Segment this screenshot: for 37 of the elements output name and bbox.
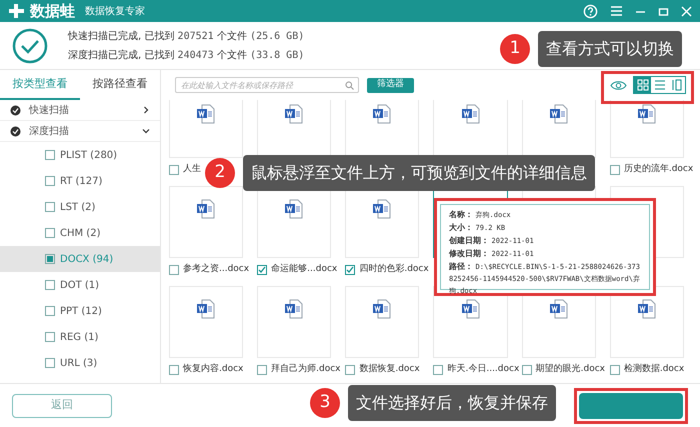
callout-tooltip: 文件选择好后，恢复并保存 — [348, 385, 556, 421]
file-name: 四时的色彩.docx — [359, 263, 429, 276]
file-type-item[interactable]: PPT (12) — [0, 298, 160, 324]
file-type-item[interactable]: REG (1) — [0, 324, 160, 350]
file-name: 期望的眼光.docx — [536, 363, 606, 376]
step-number-badge: 2 — [205, 158, 235, 188]
file-type-item[interactable]: CHM (2) — [0, 220, 160, 246]
app-logo: 数据蛙 — [30, 0, 75, 22]
callout-tooltip: 查看方式可以切换 — [538, 31, 682, 67]
file-name: 历史的流年.docx — [624, 163, 694, 176]
file-type-item[interactable]: URL (3) — [0, 350, 160, 376]
step-number-badge: 1 — [500, 34, 530, 64]
file-type-item[interactable]: RT (127) — [0, 168, 160, 194]
scan-group-row[interactable]: 快速扫描 — [0, 100, 160, 121]
file-type-item[interactable]: LST (2) — [0, 194, 160, 220]
file-name: 数据恢复.docx — [359, 363, 420, 376]
scan-summary-text: 深度扫描已完成, 已找到 240473 个文件 (33.8 GB) — [68, 48, 304, 62]
file-name: 检测数据.docx — [624, 363, 684, 376]
callout-tooltip: 鼠标悬浮至文件上方，可预览到文件的详细信息 — [243, 155, 595, 191]
view-tab[interactable]: 按路径查看 — [80, 70, 160, 100]
step-number-badge: 3 — [310, 388, 340, 418]
scan-group-label: 快速扫描 — [29, 104, 69, 118]
view-tab[interactable]: 按类型查看 — [0, 70, 80, 100]
file-type-item[interactable]: DOT (1) — [0, 272, 160, 298]
scan-group-row[interactable]: 深度扫描 — [0, 121, 160, 142]
file-name: 命运能够...docx — [271, 263, 338, 276]
file-type-item[interactable]: PLIST (280) — [0, 142, 160, 168]
file-name: 拜自己为师.docx — [271, 363, 341, 376]
search-field[interactable]: 在此处输入文件名称或保存路径 — [175, 77, 359, 93]
file-name: 昨天.今日....docx — [447, 363, 520, 376]
file-name: 恢复内容.docx — [183, 363, 244, 376]
file-name: 人生 — [183, 163, 201, 176]
scan-summary-text: 快速扫描已完成, 已找到 207521 个文件 (25.6 GB) — [68, 30, 304, 44]
scan-group-label: 深度扫描 — [29, 124, 69, 138]
app-subtitle: 数据恢复专家 — [85, 4, 145, 18]
file-name: 参考之资...docx — [183, 263, 250, 276]
filter-button[interactable]: 筛选器 — [367, 78, 414, 92]
